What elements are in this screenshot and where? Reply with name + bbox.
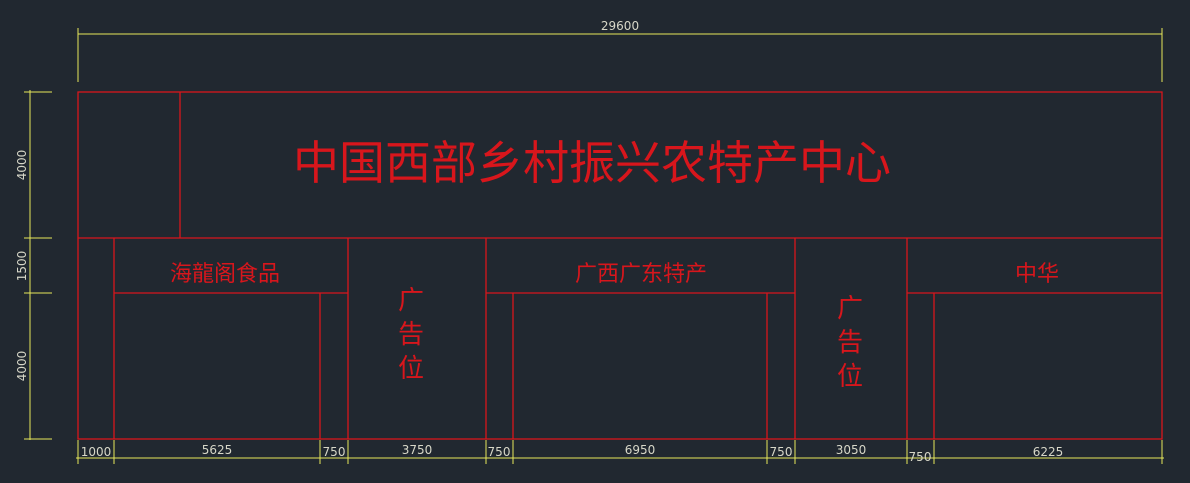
ad-space-2-char: 广 xyxy=(837,294,863,324)
dim-text-bottom: 750 xyxy=(909,450,932,464)
ad-space-1-char: 告 xyxy=(398,320,424,350)
shop-sign-right: 中华 xyxy=(1015,262,1059,287)
dim-text-bottom: 6950 xyxy=(625,443,656,457)
ad-space-2-char: 告 xyxy=(837,328,863,358)
dim-text-height-middle: 1500 xyxy=(15,251,29,282)
dim-text-height-top: 4000 xyxy=(15,150,29,181)
dim-text-bottom: 5625 xyxy=(202,443,233,457)
dim-text-total-width: 29600 xyxy=(601,19,639,33)
shop-sign-middle: 广西广东特产 xyxy=(575,262,707,287)
ad-space-1-char: 位 xyxy=(398,354,424,384)
dim-text-bottom: 3050 xyxy=(836,443,867,457)
dim-text-bottom: 3750 xyxy=(402,443,433,457)
dim-text-bottom: 750 xyxy=(770,445,793,459)
shop-sign-left: 海龍阁食品 xyxy=(170,262,280,287)
dim-text-bottom: 750 xyxy=(323,445,346,459)
ad-space-2-char: 位 xyxy=(837,362,863,392)
dim-text-bottom: 1000 xyxy=(81,445,112,459)
cad-elevation-drawing: 中国西部乡村振兴农特产中心 海龍阁食品 广西广东特产 中华 广 告 位 广 告 … xyxy=(15,19,1164,464)
dim-ticks-bottom xyxy=(77,440,1163,464)
dim-text-bottom: 6225 xyxy=(1033,445,1064,459)
dim-text-bottom: 750 xyxy=(488,445,511,459)
ad-space-1-char: 广 xyxy=(398,286,424,316)
dim-text-height-bottom: 4000 xyxy=(15,351,29,382)
building-title: 中国西部乡村振兴农特产中心 xyxy=(293,136,891,190)
